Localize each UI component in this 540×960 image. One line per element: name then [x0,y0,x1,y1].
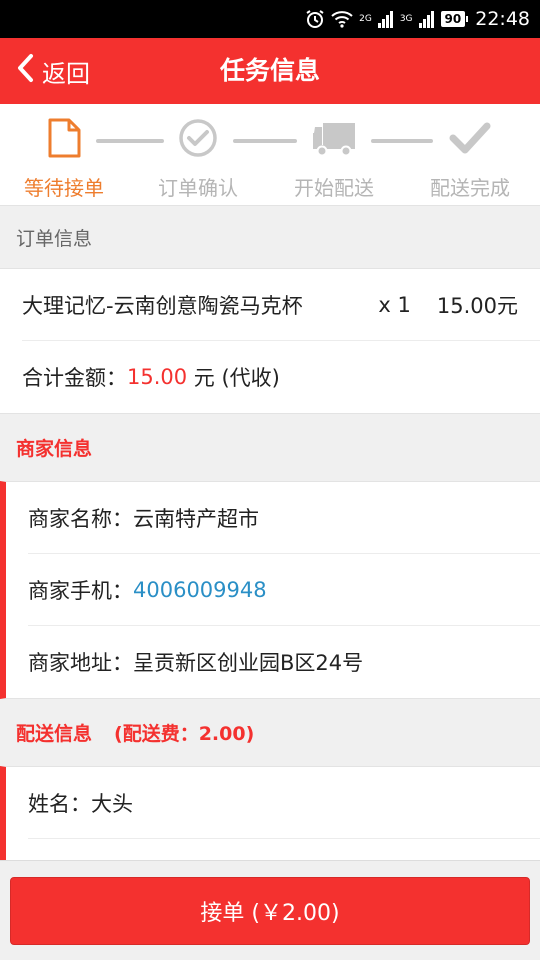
truck-icon [311,119,357,161]
battery-icon: 90 [440,11,468,27]
wifi-icon [331,10,353,28]
checkmark-icon [449,120,491,160]
accept-order-button[interactable]: 接单 (￥2.00) [10,877,530,945]
step-label: 订单确认 [158,176,238,200]
bottom-action-bar: 接单 (￥2.00) [0,860,540,960]
back-label: 返回 [42,59,90,88]
status-time: 22:48 [475,8,530,30]
check-circle-icon [178,118,218,162]
progress-steps: 等待接单 订单确认 开始配送 配送完成 [0,104,540,206]
step-label: 配送完成 [430,176,510,200]
order-card: 大理记忆-云南创意陶瓷马克杯 x 1 15.00元 合计金额： 15.00 元 … [0,268,540,414]
back-button[interactable]: 返回 [16,38,90,104]
order-total-row: 合计金额： 15.00 元 (代收) [22,341,540,413]
customer-name: 大头 [91,791,133,816]
product-quantity: x 1 [378,292,411,317]
customer-name-label: 姓名： [28,791,91,816]
network-type-2: 3G [399,14,413,24]
alarm-icon [305,9,325,29]
step-label: 开始配送 [294,176,374,200]
delivery-fee-note: (配送费：2.00) [114,722,255,745]
merchant-phone-label: 商家手机： [28,578,133,603]
status-bar: 2G 3G 90 22:48 [0,0,540,38]
merchant-name: 云南特产超市 [133,506,259,531]
order-section-title: 订单信息 [0,207,540,268]
step-confirm: 订单确认 [138,118,258,201]
merchant-section-title: 商家信息 [0,413,540,481]
step-waiting: 等待接单 [4,118,124,201]
merchant-phone-row: 商家手机： 4006009948 [28,554,540,626]
delivery-section-title: 配送信息 (配送费：2.00) [0,698,540,766]
merchant-section-label: 商家信息 [16,437,93,460]
product-price: 15.00元 [436,293,518,318]
signal-icon-2 [418,10,435,28]
step-label: 等待接单 [24,176,104,200]
merchant-card: 商家名称： 云南特产超市 商家手机： 4006009948 商家地址： 呈贡新区… [0,481,540,699]
merchant-address-row: 商家地址： 呈贡新区创业园B区24号 [28,626,540,698]
chevron-left-icon [16,53,34,89]
delivery-card: 姓名： 大头 [0,766,540,862]
customer-name-row: 姓名： 大头 [28,767,540,839]
merchant-name-row: 商家名称： 云南特产超市 [28,482,540,554]
order-section-label: 订单信息 [16,228,93,250]
total-amount: 15.00 [127,365,188,389]
signal-icon-1 [377,10,394,28]
network-type-1: 2G [359,14,372,24]
order-item-row: 大理记忆-云南创意陶瓷马克杯 x 1 15.00元 [22,269,540,341]
merchant-phone-link[interactable]: 4006009948 [133,578,267,602]
document-icon [47,118,81,162]
total-suffix: 元 (代收) [187,366,280,390]
merchant-address: 呈贡新区创业园B区24号 [133,651,364,675]
total-label: 合计金额： [22,366,127,390]
step-completed: 配送完成 [410,118,530,201]
app-header: 返回 任务信息 [0,38,540,104]
delivery-section-label: 配送信息 [16,722,93,745]
merchant-name-label: 商家名称： [28,506,133,531]
step-delivering: 开始配送 [274,118,394,201]
product-name: 大理记忆-云南创意陶瓷马克杯 [22,293,303,318]
merchant-address-label: 商家地址： [28,651,133,675]
